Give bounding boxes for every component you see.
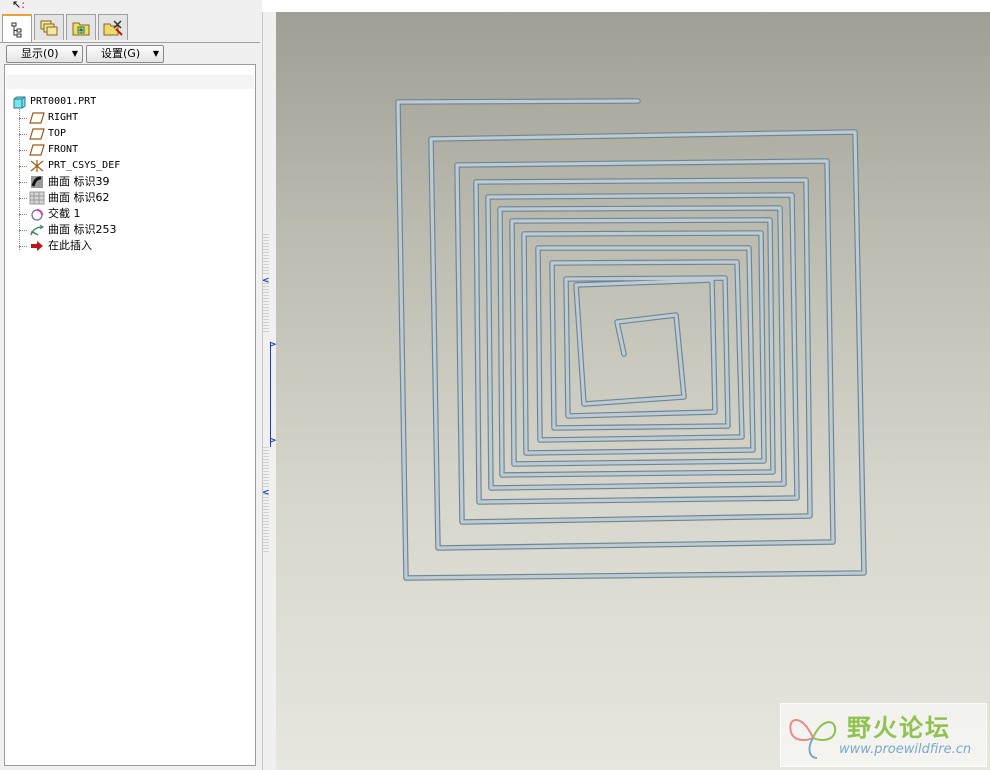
watermark-url: www.proewildfire.cn: [839, 742, 972, 757]
tree-item-label: FRONT: [48, 144, 79, 155]
tree-item-surface-39[interactable]: 曲面 标识39: [11, 174, 120, 190]
spiral-wire: [396, 99, 866, 580]
tree-item-label: 交截 1: [48, 207, 81, 220]
surface-grid-icon: [29, 191, 45, 205]
watermark: 野火论坛 www.proewildfire.cn: [780, 703, 987, 767]
collapse-left-icon[interactable]: <: [262, 276, 270, 286]
navigator-panel: ↖: ✱ 显示(0) ▼ 设置(G) ▼ PRT0001.PRT RIGHT T…: [0, 0, 262, 770]
tree-item-surface-253[interactable]: 曲面 标识253: [11, 222, 120, 238]
splitter-grip[interactable]: [263, 447, 269, 489]
tree-item-label: 曲面 标识253: [48, 223, 117, 236]
watermark-title: 野火论坛: [847, 714, 951, 742]
splitter-grip[interactable]: [263, 494, 269, 552]
top-strip: [262, 0, 990, 12]
tree-item-label: 在此插入: [48, 239, 92, 252]
tree-item-surface-62[interactable]: 曲面 标识62: [11, 190, 120, 206]
tree-item-insert-here[interactable]: 在此插入: [11, 238, 120, 254]
tab-layers[interactable]: [34, 14, 64, 40]
insert-here-arrow-icon: [29, 239, 45, 253]
tree-item-label: 曲面 标识62: [48, 191, 110, 204]
app-window: ↖: ✱ 显示(0) ▼ 设置(G) ▼ PRT0001.PRT RIGHT T…: [0, 0, 990, 770]
navigator-tabs: ✱: [2, 14, 128, 43]
csys-icon: [29, 159, 45, 173]
tree-item-csys[interactable]: PRT_CSYS_DEF: [11, 158, 120, 174]
tree-item-label: PRT_CSYS_DEF: [48, 160, 121, 171]
tree-item-intersect-1[interactable]: 交截 1: [11, 206, 120, 222]
datum-plane-icon: [29, 143, 45, 157]
model-tree-icon: [11, 22, 22, 37]
tab-favorites[interactable]: [98, 14, 128, 40]
tree-item-label: 曲面 标识39: [48, 175, 110, 188]
selection-cursor-icon: ↖:: [12, 0, 25, 11]
part-icon: [11, 95, 27, 109]
model-tree-header: [6, 75, 254, 89]
tree-item-label: TOP: [48, 128, 67, 139]
tree-item-front[interactable]: FRONT: [11, 142, 120, 158]
favorites-folder-icon: [103, 19, 123, 36]
splitter-grip[interactable]: [263, 234, 269, 276]
splitter-divider: [270, 342, 271, 447]
settings-button-label: 设置(G): [101, 47, 141, 60]
model-tree-list: PRT0001.PRT RIGHT TOP FRONT PRT_CSYS_DEF…: [11, 94, 120, 254]
chevron-down-icon: ▼: [152, 49, 159, 58]
panel-splitter[interactable]: < > > <: [262, 12, 277, 770]
tree-item-label: PRT0001.PRT: [30, 96, 97, 107]
tab-folder-browser[interactable]: ✱: [66, 14, 96, 40]
svg-text:✱: ✱: [78, 26, 84, 34]
show-dropdown-button[interactable]: 显示(0) ▼: [6, 45, 83, 63]
datum-plane-icon: [29, 111, 45, 125]
folder-icon: ✱: [72, 22, 90, 35]
navigator-toolbar: 显示(0) ▼ 设置(G) ▼: [0, 42, 260, 65]
splitter-grip[interactable]: [263, 280, 269, 332]
tab-model-tree[interactable]: [2, 14, 32, 43]
tree-item-top[interactable]: TOP: [11, 126, 120, 142]
layers-icon: [40, 20, 58, 35]
spiral-wire-model: [395, 98, 867, 581]
tree-item-root[interactable]: PRT0001.PRT: [11, 94, 120, 110]
sweep-surface-icon: [29, 223, 45, 237]
panel-top-strip: ↖:: [0, 0, 262, 12]
show-button-label: 显示(0): [21, 47, 59, 60]
surface-icon: [29, 175, 45, 189]
datum-plane-icon: [29, 127, 45, 141]
tree-item-right[interactable]: RIGHT: [11, 110, 120, 126]
intersect-icon: [29, 207, 45, 221]
collapse-left-icon[interactable]: <: [262, 488, 270, 498]
settings-dropdown-button[interactable]: 设置(G) ▼: [86, 45, 164, 63]
model-tree: PRT0001.PRT RIGHT TOP FRONT PRT_CSYS_DEF…: [4, 64, 256, 766]
graphics-viewport[interactable]: 野火论坛 www.proewildfire.cn: [276, 12, 990, 770]
butterfly-logo-icon: [789, 719, 837, 759]
tree-item-label: RIGHT: [48, 112, 79, 123]
chevron-down-icon: ▼: [71, 49, 78, 58]
